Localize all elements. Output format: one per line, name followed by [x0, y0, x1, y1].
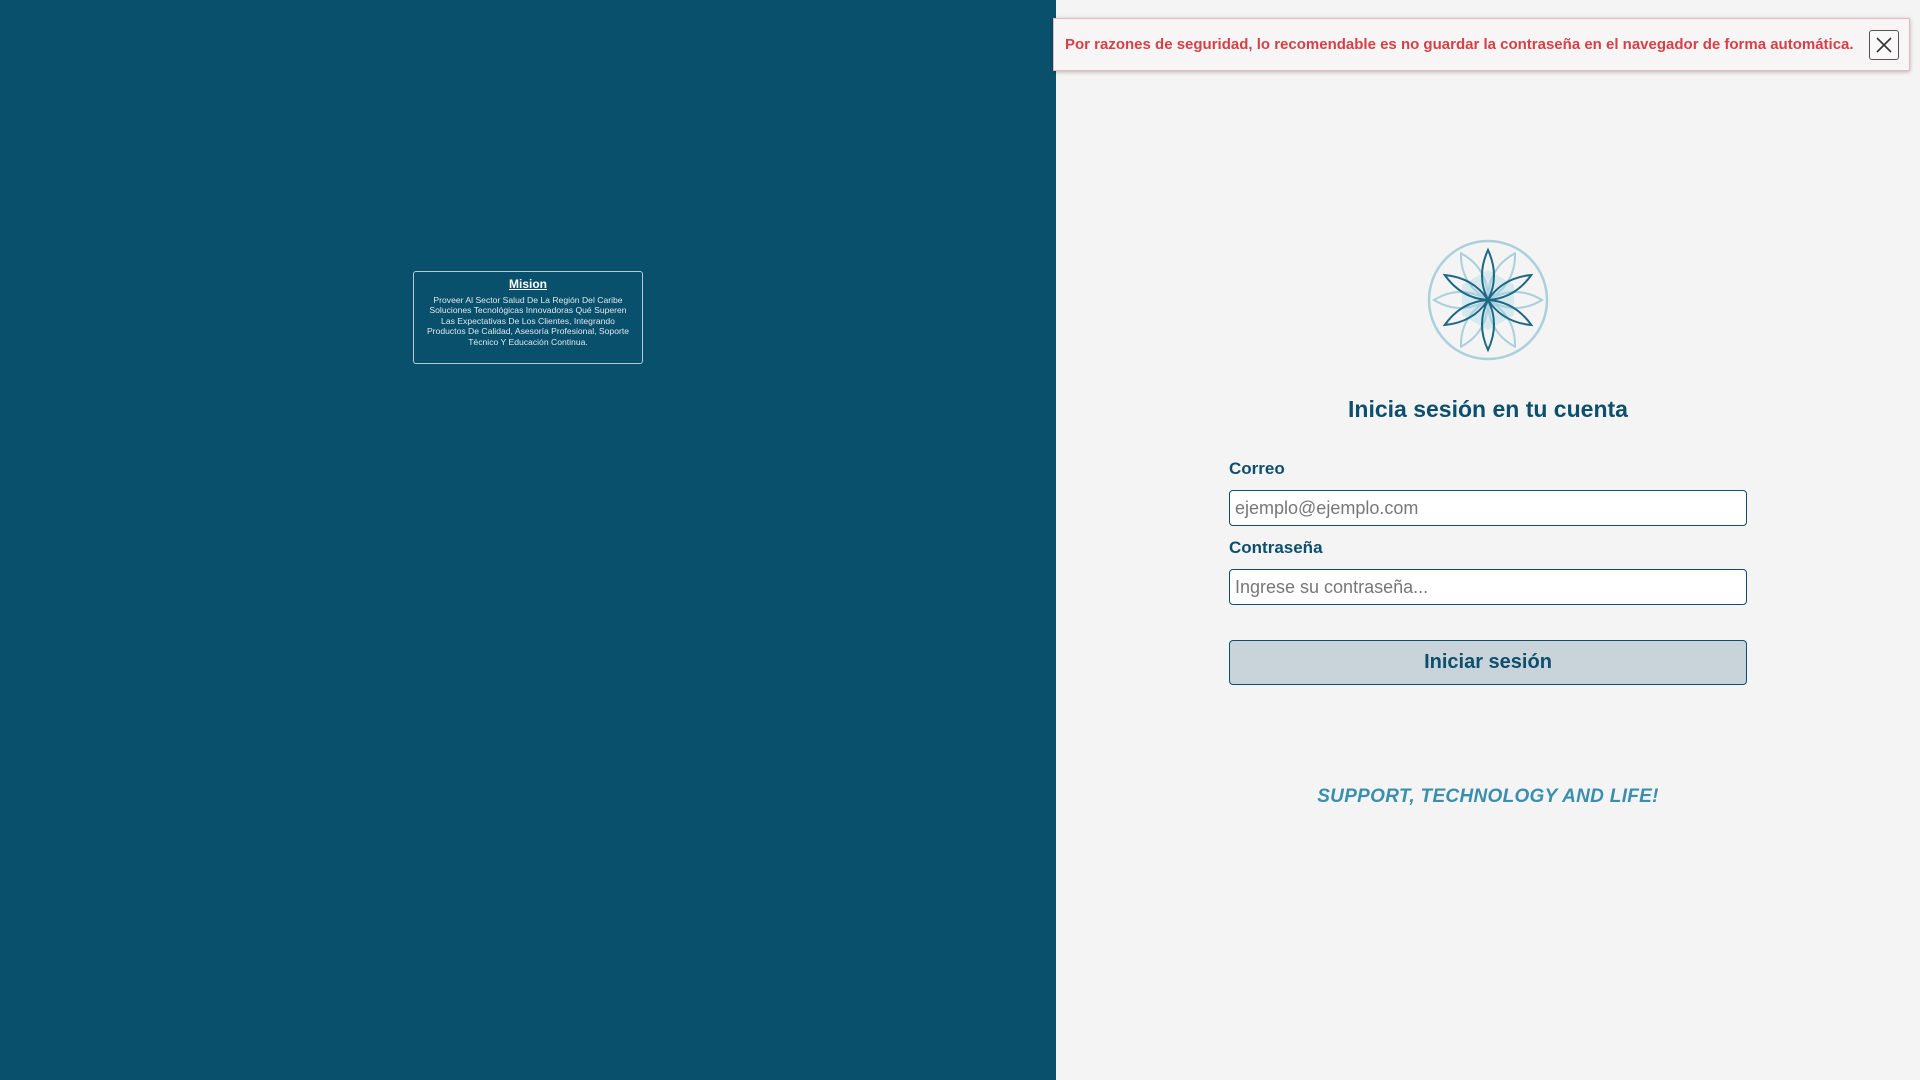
- left-panel: Mision Proveer Al Sector Salud De La Reg…: [0, 0, 1056, 1080]
- mission-text: Proveer Al Sector Salud De La Región Del…: [426, 295, 630, 347]
- email-label: Correo: [1229, 459, 1285, 478]
- slogan: SUPPORT, TECHNOLOGY AND LIFE!: [1317, 786, 1659, 807]
- right-panel: [1056, 0, 1920, 1080]
- flower-of-life-logo: [1427, 239, 1549, 361]
- login-title: Inicia sesión en tu cuenta: [1348, 396, 1628, 422]
- password-input[interactable]: [1229, 569, 1747, 605]
- mission-title: Mision: [509, 277, 547, 291]
- email-input[interactable]: [1229, 490, 1747, 526]
- mission-card: Mision Proveer Al Sector Salud De La Reg…: [413, 271, 643, 364]
- alert-close-button[interactable]: [1869, 30, 1899, 60]
- security-alert: Por razones de seguridad, lo recomendabl…: [1053, 18, 1910, 71]
- login-button[interactable]: Iniciar sesión: [1229, 640, 1747, 685]
- alert-message: Por razones de seguridad, lo recomendabl…: [1065, 36, 1854, 53]
- password-label: Contraseña: [1229, 538, 1323, 557]
- close-icon: [1876, 37, 1892, 53]
